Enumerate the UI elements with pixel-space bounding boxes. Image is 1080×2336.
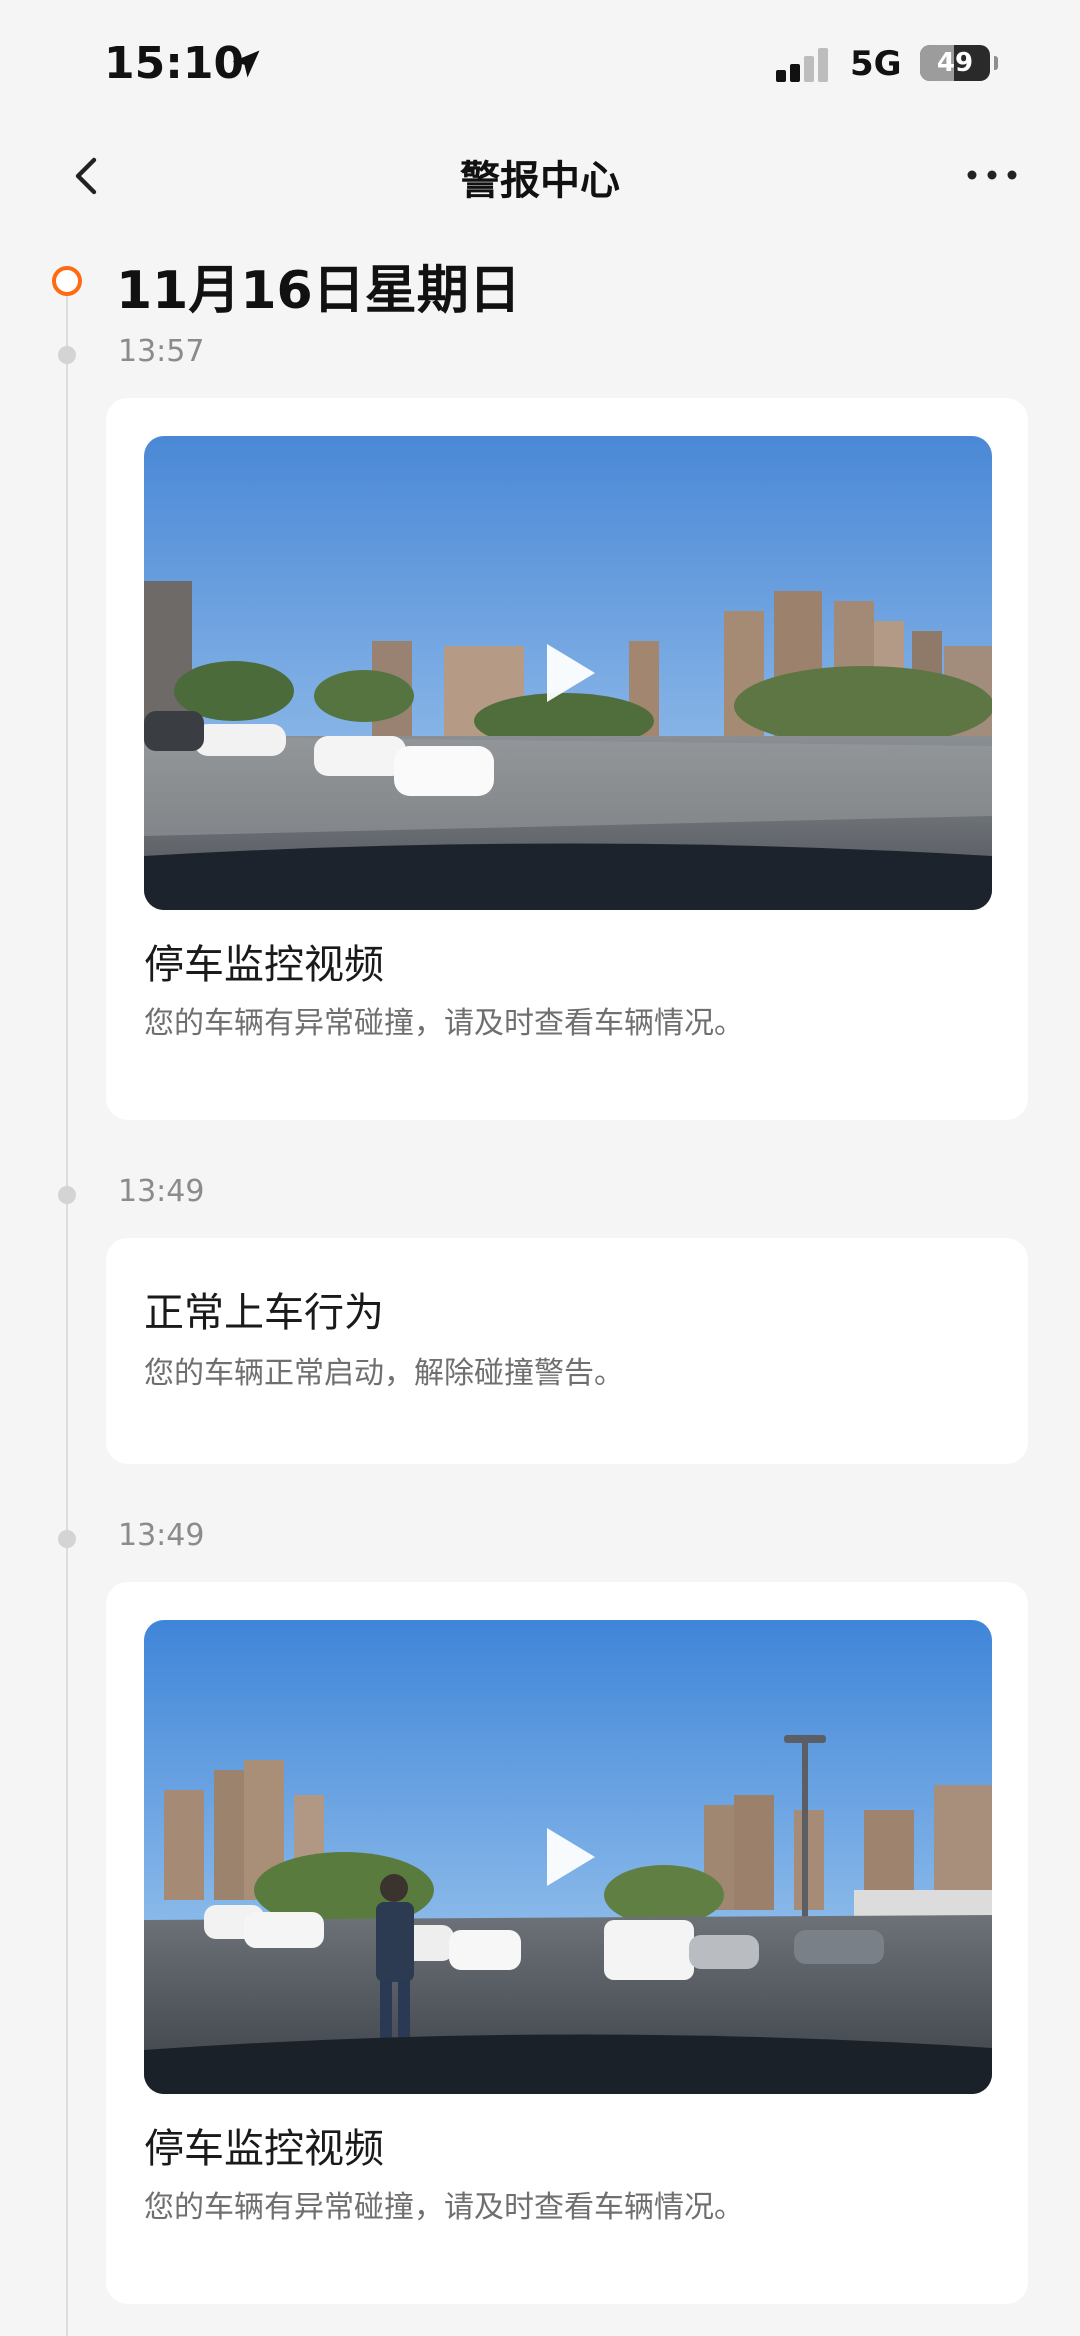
network-type: 5G <box>850 44 902 84</box>
location-arrow-icon <box>232 50 260 78</box>
time-dot <box>58 1186 76 1204</box>
video-thumbnail[interactable] <box>144 436 992 910</box>
alert-card-video[interactable]: 停车监控视频 您的车辆有异常碰撞，请及时查看车辆情况。 <box>106 398 1028 1120</box>
timeline-line <box>66 296 68 2336</box>
event-time: 13:49 <box>118 1174 205 1209</box>
time-dot <box>58 346 76 364</box>
card-description: 您的车辆正常启动，解除碰撞警告。 <box>144 1356 624 1391</box>
date-dot <box>52 266 82 296</box>
event-time: 13:49 <box>118 1518 205 1553</box>
status-time: 15:10 <box>104 38 245 89</box>
alert-card-text[interactable]: 正常上车行为 您的车辆正常启动，解除碰撞警告。 <box>106 1238 1028 1464</box>
time-dot <box>58 1530 76 1548</box>
play-icon[interactable] <box>533 1822 603 1892</box>
battery-nub <box>994 56 998 70</box>
alert-center-screen: 15:10 5G 49 警报中心 11月16日星期日 13:57 停车监控视频 … <box>0 0 1080 2336</box>
video-thumbnail[interactable] <box>144 1620 992 2094</box>
card-title: 停车监控视频 <box>144 942 384 988</box>
nav-bar: 警报中心 <box>0 130 1080 220</box>
battery-icon: 49 <box>920 45 990 81</box>
card-title: 停车监控视频 <box>144 2126 384 2172</box>
alert-card-video[interactable]: 停车监控视频 您的车辆有异常碰撞，请及时查看车辆情况。 <box>106 1582 1028 2304</box>
play-icon[interactable] <box>533 638 603 708</box>
timeline-date: 11月16日星期日 <box>116 261 521 321</box>
page-title: 警报中心 <box>460 158 620 204</box>
battery-percent: 49 <box>936 48 974 78</box>
card-description: 您的车辆有异常碰撞，请及时查看车辆情况。 <box>144 2190 744 2225</box>
card-description: 您的车辆有异常碰撞，请及时查看车辆情况。 <box>144 1006 744 1041</box>
cellular-signal-icon <box>776 46 836 82</box>
more-dots-icon[interactable] <box>962 160 1022 190</box>
card-title: 正常上车行为 <box>144 1290 384 1336</box>
event-time: 13:57 <box>118 334 205 369</box>
status-bar: 15:10 5G 49 <box>0 0 1080 130</box>
